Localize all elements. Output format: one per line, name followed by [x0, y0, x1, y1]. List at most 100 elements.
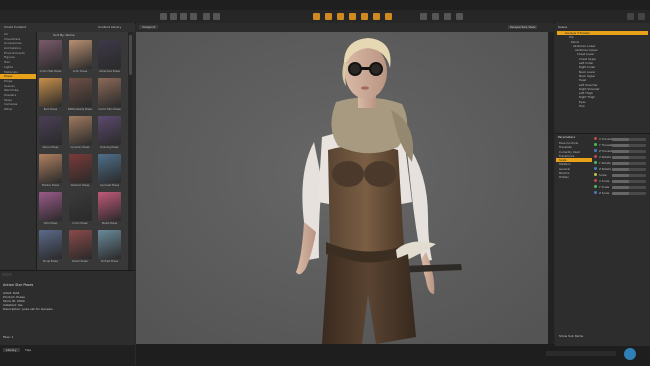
window-close-icon[interactable]	[638, 13, 645, 20]
window-restore-icon[interactable]	[627, 13, 634, 20]
show-sub-items-toggle[interactable]: Show Sub Items	[559, 334, 583, 338]
product-caption: Evening Poses	[100, 146, 119, 149]
render-settings-icon[interactable]	[313, 13, 320, 20]
product-thumbnail[interactable]	[39, 192, 62, 221]
product-caption: Pinup Poses	[43, 260, 58, 263]
surface-selection-icon[interactable]	[444, 13, 451, 20]
3d-viewport[interactable]	[136, 32, 548, 344]
param-color-icon	[594, 173, 597, 176]
tab-content-library[interactable]: Content Library	[98, 25, 121, 29]
product-thumbnail[interactable]	[68, 116, 92, 145]
product-thumbnail[interactable]	[39, 230, 62, 259]
params-category[interactable]: Hidden	[556, 175, 592, 179]
params-title: Parameters	[558, 135, 576, 139]
param-label: Z Rotate	[599, 167, 611, 171]
viewport-scrollbar[interactable]	[548, 32, 554, 344]
param-color-icon	[594, 155, 597, 158]
status-bar	[136, 344, 650, 366]
product-thumbnail[interactable]	[98, 192, 121, 221]
library-scrollbar[interactable]	[128, 32, 132, 270]
camera-select[interactable]: Perspective View	[508, 25, 538, 29]
scale-tool-icon[interactable]	[190, 13, 197, 20]
param-slider[interactable]	[612, 191, 646, 195]
product-thumbnail[interactable]	[98, 230, 121, 259]
param-slider[interactable]	[612, 143, 646, 147]
product-thumbnail[interactable]	[68, 78, 92, 107]
param-color-icon	[594, 179, 597, 182]
product-thumbnail[interactable]	[98, 154, 121, 183]
node-tool-icon[interactable]	[213, 13, 220, 20]
bottom-tabs: Library Tips	[0, 345, 135, 366]
figure-render	[136, 32, 548, 344]
param-slider[interactable]	[612, 161, 646, 165]
tab-library[interactable]: Library	[3, 348, 20, 352]
params-list: X Translate Y Translate Z Translate X Rotat…	[593, 136, 649, 196]
camera-icon[interactable]	[337, 13, 344, 20]
figure-icon[interactable]	[373, 13, 380, 20]
parameters-panel: Parameters Pose Controls Translate Current…	[555, 133, 650, 346]
product-caption: Comic Hero Poses	[98, 108, 121, 111]
tab-viewport[interactable]: Viewport	[139, 25, 159, 29]
param-slider[interactable]	[612, 155, 646, 159]
param-slider[interactable]	[612, 179, 646, 183]
light-icon[interactable]	[349, 13, 356, 20]
product-grid: Sort By: Name Action Star Poses Actor Pos…	[37, 32, 128, 270]
tab-smart-content[interactable]: Smart Content	[4, 25, 26, 29]
info-row: Description: pose set for Genesis	[3, 307, 53, 311]
product-caption: Gymnast Poses	[99, 184, 120, 187]
param-slider[interactable]	[612, 185, 646, 189]
primitive-icon[interactable]	[361, 13, 368, 20]
product-thumbnail[interactable]	[39, 154, 62, 183]
param-label: Y Rotate	[599, 161, 611, 165]
universal-tool-icon[interactable]	[203, 13, 210, 20]
product-caption: Iconic Poses	[72, 222, 88, 225]
param-slider[interactable]	[612, 167, 646, 171]
product-caption: Actor Poses	[72, 70, 88, 73]
pose-icon[interactable]	[385, 13, 392, 20]
param-color-icon	[594, 143, 597, 146]
product-caption: Portrait Poses	[100, 260, 119, 263]
param-color-icon	[594, 191, 597, 194]
render-icon[interactable]	[325, 13, 332, 20]
product-thumbnail[interactable]	[68, 230, 92, 259]
product-caption: Dynamic Poses	[70, 146, 90, 149]
product-thumbnail[interactable]	[98, 78, 121, 107]
scene-panel: Scene Genesis 3 Female Hip Pelvis Abdomen L…	[555, 23, 650, 133]
param-row[interactable]: Z Scale	[593, 190, 649, 196]
select-tool-icon[interactable]	[160, 13, 167, 20]
product-thumbnail[interactable]	[68, 154, 92, 183]
geometry-editor-icon[interactable]	[432, 13, 439, 20]
app-logo-icon	[624, 348, 636, 360]
product-thumbnail[interactable]	[39, 116, 62, 145]
product-thumbnail[interactable]	[39, 40, 62, 69]
tab-tips[interactable]: Tips	[22, 348, 34, 352]
info-title: Action Star Poses	[3, 283, 34, 287]
param-slider[interactable]	[612, 137, 646, 141]
rotate-tool-icon[interactable]	[180, 13, 187, 20]
param-color-icon	[594, 149, 597, 152]
menu-bar: File Edit Create Window Help	[0, 0, 650, 16]
category-other[interactable]: Other	[0, 107, 36, 112]
product-thumbnail[interactable]	[39, 78, 62, 107]
product-caption: Adventure Poses	[99, 70, 120, 73]
scene-tree: Genesis 3 Female Hip Pelvis Abdomen Lower Ab…	[557, 31, 648, 108]
info-toggle-icon[interactable]	[2, 273, 12, 276]
param-slider[interactable]	[612, 149, 646, 153]
library-tabs: Smart Content Content Library	[0, 23, 135, 32]
product-thumbnail[interactable]	[68, 192, 92, 221]
region-nav-icon[interactable]	[456, 13, 463, 20]
param-label: X Rotate	[599, 155, 611, 159]
param-slider[interactable]	[612, 173, 646, 177]
product-info-panel: Action Star Poses Artist: DAZ Product: Po…	[0, 270, 135, 346]
param-color-icon	[594, 137, 597, 140]
product-thumbnail[interactable]	[98, 40, 121, 69]
category-tree: All Characters Accessories Animations Enviro…	[0, 32, 37, 270]
viewport-tabbar: Viewport Perspective View	[136, 23, 554, 32]
scene-node[interactable]: Hair	[557, 104, 648, 108]
joint-editor-icon[interactable]	[420, 13, 427, 20]
move-tool-icon[interactable]	[170, 13, 177, 20]
param-label: Y Scale	[599, 185, 610, 189]
product-thumbnail[interactable]	[98, 116, 121, 145]
product-caption: Model Poses	[101, 222, 118, 225]
product-thumbnail[interactable]	[68, 40, 92, 69]
